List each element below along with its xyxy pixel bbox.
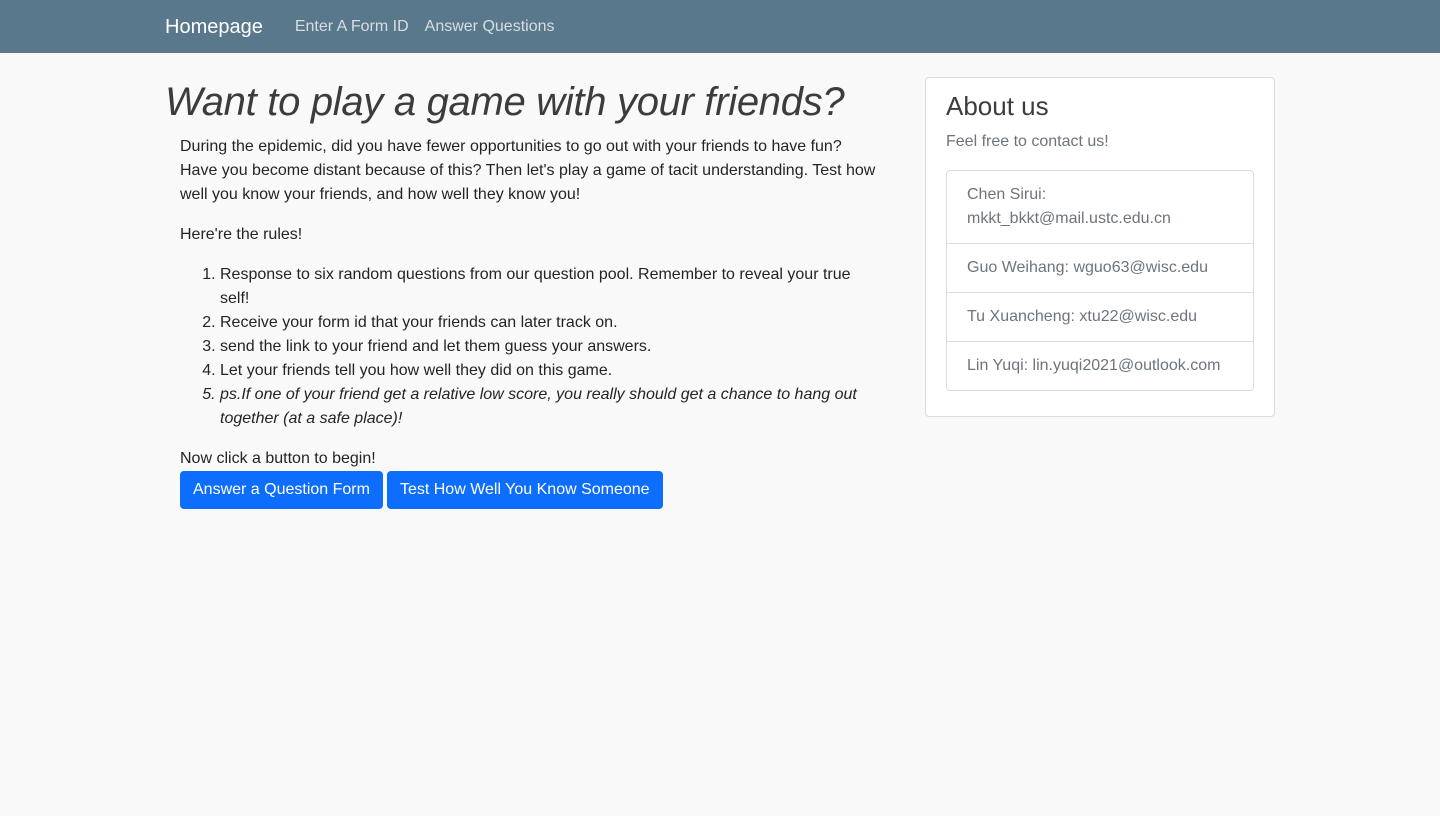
rules-list: Response to six random questions from ou…	[180, 263, 877, 431]
rule-item: Let your friends tell you how well they …	[220, 359, 877, 383]
intro-content: During the epidemic, did you have fewer …	[165, 135, 885, 509]
about-us-card: About us Feel free to contact us! Chen S…	[925, 77, 1275, 417]
brand-link-homepage[interactable]: Homepage	[165, 12, 263, 42]
rule-item-ps: ps.If one of your friend get a relative …	[220, 383, 877, 431]
begin-text: Now click a button to begin!	[180, 450, 376, 467]
about-us-subtitle: Feel free to contact us!	[946, 133, 1109, 150]
action-buttons: Answer a Question Form Test How Well You…	[180, 471, 877, 509]
test-how-well-button[interactable]: Test How Well You Know Someone	[386, 471, 663, 509]
nav-link-enter-form-id[interactable]: Enter A Form ID	[295, 15, 409, 39]
intro-section: Want to play a game with your friends? D…	[165, 77, 885, 509]
rules-heading: Here're the rules!	[180, 226, 303, 243]
rule-item: Receive your form id that your friends c…	[220, 311, 877, 335]
intro-paragraph: During the epidemic, did you have fewer …	[180, 138, 876, 203]
contact-item: Chen Sirui: mkkt_bkkt@mail.ustc.edu.cn	[947, 171, 1253, 244]
nav-link-answer-questions[interactable]: Answer Questions	[425, 15, 555, 39]
contact-list: Chen Sirui: mkkt_bkkt@mail.ustc.edu.cn G…	[946, 170, 1254, 391]
contact-item: Tu Xuancheng: xtu22@wisc.edu	[947, 293, 1253, 342]
rule-item: send the link to your friend and let the…	[220, 335, 877, 359]
contact-item: Lin Yuqi: lin.yuqi2021@outlook.com	[967, 357, 1221, 374]
about-us-title: About us	[946, 91, 1049, 121]
page-title: Want to play a game with your friends?	[165, 80, 845, 124]
rule-item: Response to six random questions from ou…	[220, 263, 877, 311]
top-navbar: Homepage Enter A Form ID Answer Question…	[0, 0, 1440, 53]
answer-question-form-button[interactable]: Answer a Question Form	[180, 471, 383, 509]
contact-item: Guo Weihang: wguo63@wisc.edu	[947, 244, 1253, 293]
